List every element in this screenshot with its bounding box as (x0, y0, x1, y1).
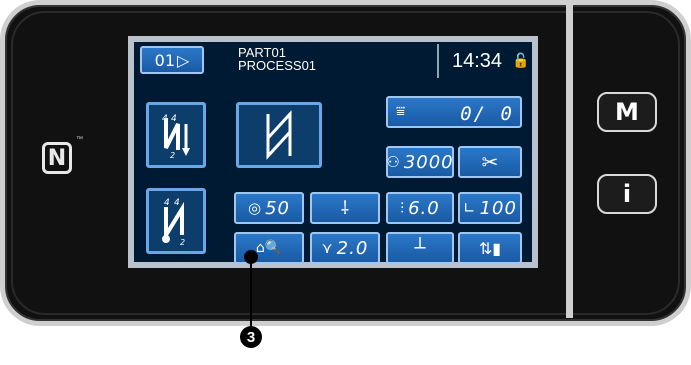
nfc-icon: N (42, 142, 72, 174)
counter-value: 0/ 0 (460, 103, 514, 125)
tension-dial-icon: ◎ (248, 199, 262, 217)
pattern-number-button[interactable]: 01 ▷ (140, 46, 204, 74)
feed-value: 2.0 (336, 237, 369, 259)
reverse-feed-icon: ⇅▮ (478, 238, 502, 258)
part-process-label: PART01 PROCESS01 (238, 46, 316, 72)
presser-pressure-icon: ∟ (463, 199, 476, 217)
counter-icon: ⩸ (396, 102, 406, 120)
svg-text:2: 2 (180, 238, 185, 247)
stitch-length-value: 6.0 (408, 197, 440, 219)
svg-text:4: 4 (174, 198, 180, 208)
svg-text:2: 2 (170, 151, 175, 160)
end-backtack-icon: 4 4 2 (162, 198, 185, 247)
menu-button[interactable]: M (597, 92, 657, 132)
bobbin-icon: ⚇ (386, 153, 400, 171)
start-backtack-button[interactable]: 4 4 2 (146, 102, 206, 168)
bobbin-value: 3000 (403, 151, 454, 173)
start-backtack-icon: 4 4 2 (162, 114, 190, 160)
header-bar: 01 ▷ PART01 PROCESS01 14:34 🔓 (134, 42, 532, 78)
bobbin-counter-button[interactable]: ⩸ 0/ 0 (386, 96, 522, 128)
side-divider (566, 4, 573, 318)
presser-pressure-value: 100 (479, 197, 517, 219)
scissors-icon: ✂ (481, 150, 499, 174)
presser-foot-icon: ⸸ (340, 198, 350, 219)
needle-position-button[interactable]: ┴ (386, 232, 454, 264)
feed-amount-button[interactable]: ⋎ 2.0 (310, 232, 380, 264)
needle-position-icon: ┴ (414, 237, 426, 259)
reverse-feed-button[interactable]: ⇅▮ (458, 232, 522, 264)
search-icon: ⌂🔍 (255, 240, 283, 256)
thread-tension-button[interactable]: ◎ 50 (234, 192, 304, 224)
unlock-icon[interactable]: 🔓 (512, 52, 529, 69)
zigzag-pattern-icon (266, 110, 292, 160)
stitch-pattern-button[interactable] (236, 102, 322, 168)
presser-foot-button[interactable]: ⸸ (310, 192, 380, 224)
end-backtack-button[interactable]: 4 4 2 (146, 188, 206, 254)
nfc-trademark: ™ (76, 136, 83, 143)
header-separator (437, 44, 439, 78)
info-button[interactable]: i (597, 174, 657, 214)
thread-trim-button[interactable]: ✂ (458, 146, 522, 178)
bobbin-thread-button[interactable]: ⚇ 3000 (386, 146, 454, 178)
thread-tension-value: 50 (265, 197, 290, 219)
svg-text:4: 4 (164, 198, 170, 208)
pattern-number: 01 (154, 50, 176, 70)
svg-text:4: 4 (171, 114, 177, 124)
feed-icon: ⋎ (321, 239, 333, 257)
presser-pressure-button[interactable]: ∟ 100 (458, 192, 522, 224)
stitch-length-button[interactable]: ⫶ 6.0 (386, 192, 454, 224)
touch-screen: 01 ▷ PART01 PROCESS01 14:34 🔓 4 4 2 4 4 … (128, 36, 538, 268)
callout-number: 3 (240, 326, 262, 348)
stitch-length-icon: ⫶ (400, 199, 405, 217)
clock: 14:34 (452, 50, 503, 72)
callout-line (250, 256, 252, 328)
pattern-arrow-icon: ▷ (177, 50, 190, 70)
process-name: PROCESS01 (238, 58, 317, 73)
